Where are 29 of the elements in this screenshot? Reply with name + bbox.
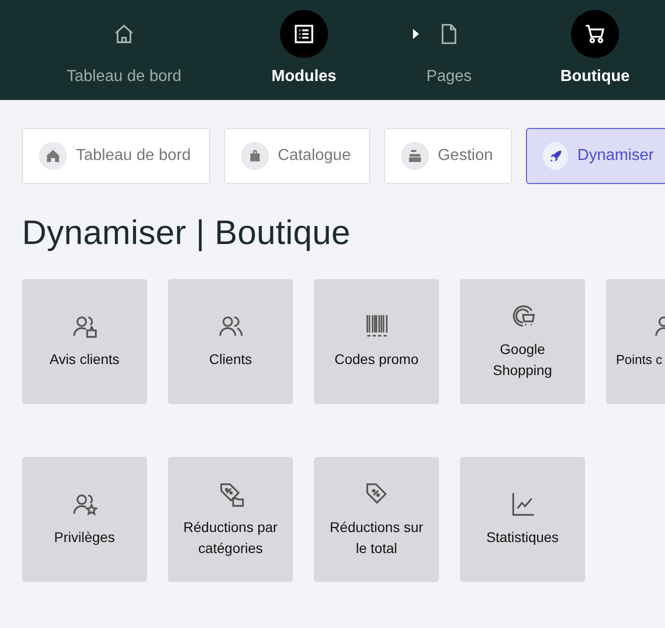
step-label[interactable]: Modules bbox=[272, 68, 336, 86]
barcode-icon bbox=[364, 313, 390, 339]
cash-register-icon bbox=[400, 142, 429, 170]
module-tile[interactable]: Avis clients bbox=[22, 279, 147, 404]
module-tile[interactable]: Privilèges bbox=[22, 457, 147, 582]
cart-step-icon[interactable] bbox=[571, 10, 619, 58]
rocket-icon bbox=[542, 142, 568, 170]
category-tab[interactable]: Catalogue bbox=[224, 128, 370, 184]
module-tile[interactable]: Réductions par catégories bbox=[168, 457, 293, 582]
category-tab[interactable]: Gestion bbox=[384, 128, 512, 184]
page-title: Dynamiser | Boutique bbox=[22, 214, 352, 253]
step-label[interactable]: Tableau de bord bbox=[66, 68, 182, 86]
triangle-arrow-icon bbox=[412, 28, 420, 40]
category-tab[interactable]: Tableau de bord bbox=[22, 128, 210, 184]
step-label[interactable]: Boutique bbox=[560, 68, 630, 86]
bag-icon bbox=[240, 142, 269, 170]
category-tab[interactable]: Dynamiser bbox=[526, 128, 665, 184]
price-tag-icon bbox=[364, 480, 390, 506]
module-tile[interactable]: Statistiques bbox=[460, 457, 585, 582]
module-tile[interactable]: Réductions sur le total bbox=[314, 457, 439, 582]
module-tile[interactable]: Codes promo bbox=[314, 279, 439, 404]
line-chart-icon bbox=[510, 491, 536, 517]
list-step-icon[interactable] bbox=[280, 10, 328, 58]
module-tile[interactable]: Google Shopping bbox=[460, 279, 585, 404]
module-tile[interactable]: Clients bbox=[168, 279, 293, 404]
tag-folder-icon bbox=[218, 480, 244, 506]
module-tile[interactable]: Points c bbox=[606, 279, 665, 404]
step-label[interactable]: Pages bbox=[426, 68, 472, 86]
home-icon bbox=[39, 142, 67, 170]
